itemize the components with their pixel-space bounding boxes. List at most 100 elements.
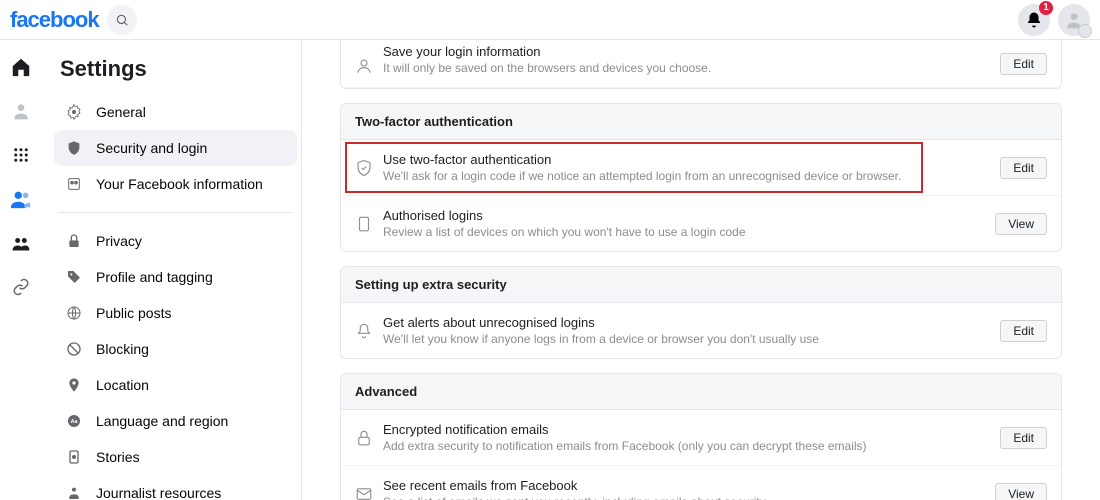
sidebar-item-privacy[interactable]: Privacy [54, 223, 297, 259]
stories-icon [64, 447, 84, 467]
sidebar-item-label: Security and login [96, 140, 207, 156]
user-icon [355, 57, 383, 75]
gear-icon [64, 102, 84, 122]
row-desc: See a list of emails we sent you recentl… [383, 495, 983, 500]
section-header: Setting up extra security [341, 267, 1061, 303]
shield-check-icon [355, 159, 383, 177]
people-icon[interactable] [10, 188, 32, 210]
row-body: Save your login information It will only… [383, 44, 988, 75]
row-title: Save your login information [383, 44, 988, 59]
mail-icon [355, 485, 383, 500]
notifications-button[interactable]: 1 [1018, 4, 1050, 36]
row-body: Get alerts about unrecognised logins We'… [383, 315, 988, 346]
sidebar-item-stories[interactable]: Stories [54, 439, 297, 475]
sidebar-item-label: Journalist resources [96, 485, 221, 500]
groups-icon[interactable] [10, 232, 32, 254]
bell-icon [355, 322, 383, 340]
edit-button[interactable]: Edit [1000, 53, 1047, 75]
account-button[interactable] [1058, 4, 1090, 36]
body: Settings General Security and login Your… [0, 40, 1100, 500]
grid-icon[interactable] [10, 144, 32, 166]
left-rail [0, 40, 42, 500]
row-desc: Add extra security to notification email… [383, 439, 988, 453]
section-header: Two-factor authentication [341, 104, 1061, 140]
sidebar-item-label: General [96, 104, 146, 120]
lock-icon [64, 231, 84, 251]
sidebar-item-label: Profile and tagging [96, 269, 213, 285]
row-use-2fa[interactable]: Use two-factor authentication We'll ask … [341, 140, 1061, 196]
pin-icon [64, 375, 84, 395]
section-header: Advanced [341, 374, 1061, 410]
header-left: facebook [10, 5, 137, 35]
row-title: Encrypted notification emails [383, 422, 988, 437]
sidebar-item-label: Stories [96, 449, 140, 465]
avatar-icon[interactable] [10, 100, 32, 122]
header-right: 1 [1018, 4, 1090, 36]
row-title: Use two-factor authentication [383, 152, 988, 167]
row-title: Get alerts about unrecognised logins [383, 315, 988, 330]
search-button[interactable] [107, 5, 137, 35]
sidebar-item-label: Privacy [96, 233, 142, 249]
row-desc: We'll ask for a login code if we notice … [383, 169, 988, 183]
row-desc: It will only be saved on the browsers an… [383, 61, 988, 75]
row-recent-emails[interactable]: See recent emails from Facebook See a li… [341, 466, 1061, 500]
sidebar-item-profile[interactable]: Profile and tagging [54, 259, 297, 295]
section-2fa: Two-factor authentication Use two-factor… [340, 103, 1062, 252]
row-encrypted-emails[interactable]: Encrypted notification emails Add extra … [341, 410, 1061, 466]
row-title: See recent emails from Facebook [383, 478, 983, 493]
globe-icon [64, 303, 84, 323]
sidebar-item-label: Language and region [96, 413, 228, 429]
notification-badge: 1 [1039, 1, 1053, 15]
row-body: Use two-factor authentication We'll ask … [383, 152, 988, 183]
lock-icon [355, 429, 383, 447]
sidebar: Settings General Security and login Your… [42, 40, 302, 500]
facebook-logo[interactable]: facebook [10, 7, 99, 33]
language-icon: Aa [64, 411, 84, 431]
row-title: Authorised logins [383, 208, 983, 223]
sidebar-item-label: Location [96, 377, 149, 393]
sidebar-item-general[interactable]: General [54, 94, 297, 130]
sidebar-item-blocking[interactable]: Blocking [54, 331, 297, 367]
sidebar-item-label: Blocking [96, 341, 149, 357]
edit-button[interactable]: Edit [1000, 320, 1047, 342]
view-button[interactable]: View [995, 483, 1047, 500]
header: facebook 1 [0, 0, 1100, 40]
row-desc: Review a list of devices on which you wo… [383, 225, 983, 239]
row-body: Authorised logins Review a list of devic… [383, 208, 983, 239]
search-icon [115, 13, 129, 27]
tag-icon [64, 267, 84, 287]
sidebar-item-security[interactable]: Security and login [54, 130, 297, 166]
view-button[interactable]: View [995, 213, 1047, 235]
row-authorised-logins[interactable]: Authorised logins Review a list of devic… [341, 196, 1061, 251]
home-icon[interactable] [10, 56, 32, 78]
sidebar-item-public[interactable]: Public posts [54, 295, 297, 331]
row-alerts[interactable]: Get alerts about unrecognised logins We'… [341, 303, 1061, 358]
svg-text:Aa: Aa [71, 419, 78, 425]
divider [58, 212, 293, 213]
sidebar-item-journalist[interactable]: Journalist resources [54, 475, 297, 500]
section-advanced: Advanced Encrypted notification emails A… [340, 373, 1062, 500]
journalist-icon [64, 483, 84, 500]
avatar-icon [1064, 10, 1084, 30]
info-icon [64, 174, 84, 194]
sidebar-item-language[interactable]: Aa Language and region [54, 403, 297, 439]
sidebar-item-info[interactable]: Your Facebook information [54, 166, 297, 202]
sidebar-item-label: Your Facebook information [96, 176, 263, 192]
edit-button[interactable]: Edit [1000, 427, 1047, 449]
edit-button[interactable]: Edit [1000, 157, 1047, 179]
main-content: Save your login information It will only… [302, 40, 1100, 500]
card-partial: Save your login information It will only… [340, 40, 1062, 89]
section-extra-security: Setting up extra security Get alerts abo… [340, 266, 1062, 359]
device-icon [355, 215, 383, 233]
page-title: Settings [54, 56, 297, 82]
bell-icon [1025, 11, 1043, 29]
sidebar-item-label: Public posts [96, 305, 171, 321]
shield-icon [64, 138, 84, 158]
row-body: Encrypted notification emails Add extra … [383, 422, 988, 453]
block-icon [64, 339, 84, 359]
row-desc: We'll let you know if anyone logs in fro… [383, 332, 988, 346]
sidebar-item-location[interactable]: Location [54, 367, 297, 403]
row-save-login[interactable]: Save your login information It will only… [341, 40, 1061, 88]
link-icon[interactable] [10, 276, 32, 298]
row-body: See recent emails from Facebook See a li… [383, 478, 983, 500]
